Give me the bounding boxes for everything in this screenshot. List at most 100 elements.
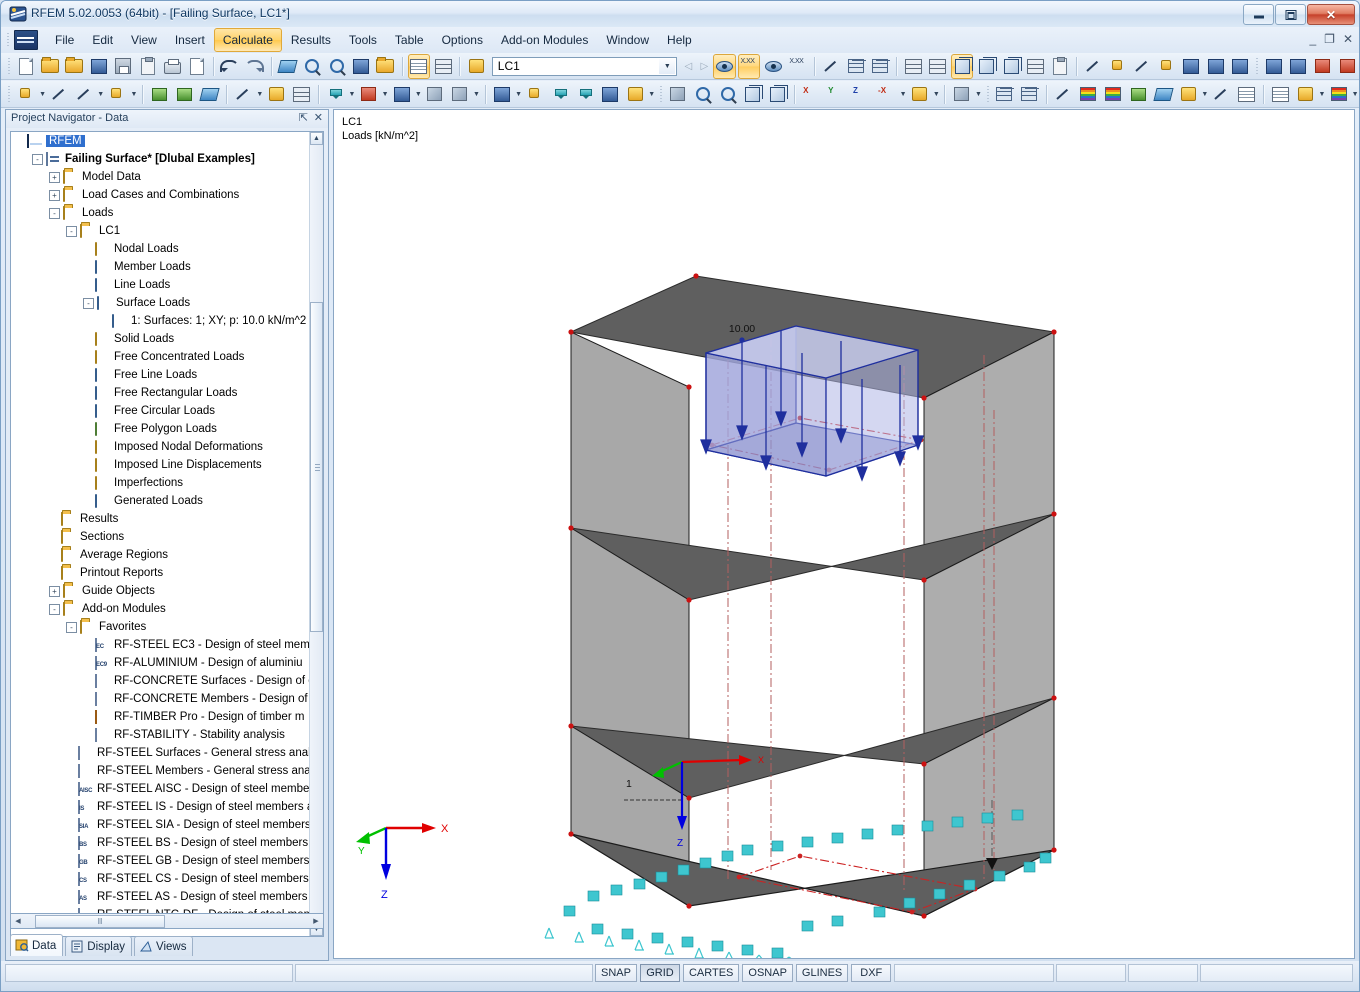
tree-item[interactable]: Free Concentrated Loads <box>11 348 311 366</box>
tree-collapse-icon[interactable]: - <box>32 154 43 165</box>
tree-item[interactable]: +Guide Objects <box>11 582 311 600</box>
pin-icon[interactable]: ⇱ <box>299 111 308 124</box>
redo-button[interactable] <box>243 54 265 79</box>
new-dimension-button[interactable] <box>232 82 255 107</box>
tree-item[interactable]: RF-STEEL Members - General stress analy <box>11 762 311 780</box>
new-window-button[interactable] <box>374 54 396 79</box>
comment-button[interactable] <box>1049 54 1071 79</box>
new-document-button[interactable] <box>14 54 36 79</box>
result-table-button[interactable] <box>1235 82 1258 107</box>
tree-item[interactable]: Line Loads <box>11 276 311 294</box>
tree-item[interactable]: RF-TIMBER Pro - Design of timber m <box>11 708 311 726</box>
paint-load-dropdown[interactable]: ▼ <box>648 83 656 106</box>
tree-collapse-icon[interactable]: - <box>83 298 94 309</box>
color-scale-dropdown[interactable]: ▼ <box>1351 83 1359 106</box>
show-loads-button[interactable] <box>713 54 735 79</box>
mirror-button[interactable] <box>1107 54 1129 79</box>
menu-options[interactable]: Options <box>433 28 492 52</box>
view-iso-button[interactable] <box>741 82 764 107</box>
mdi-restore-button[interactable]: ❐ <box>1324 32 1335 46</box>
tree-item[interactable]: -Loads <box>11 204 311 222</box>
tree-item[interactable]: GBRF-STEEL GB - Design of steel members <box>11 852 311 870</box>
support-red-button[interactable] <box>1287 54 1309 79</box>
new-hinge-button[interactable] <box>490 82 513 107</box>
tree-item[interactable]: +Load Cases and Combinations <box>11 186 311 204</box>
save-button[interactable] <box>112 54 134 79</box>
render-solid-button[interactable] <box>975 54 997 79</box>
tree-item[interactable]: -Failing Surface* [Dlubal Examples] <box>11 150 311 168</box>
new-line-support-dropdown[interactable]: ▼ <box>381 83 389 106</box>
cartes-button[interactable]: CARTES <box>683 964 739 982</box>
scroll-left-button[interactable]: ◀ <box>11 914 25 928</box>
mesh-button[interactable] <box>902 54 924 79</box>
tab-views[interactable]: Views <box>134 936 193 956</box>
mdi-minimize-button[interactable]: _ <box>1309 32 1316 46</box>
results-solids-button[interactable] <box>1102 82 1125 107</box>
clipping-dropdown[interactable]: ▼ <box>974 83 982 106</box>
tree-item[interactable]: Member Loads <box>11 258 311 276</box>
tree-item[interactable]: Printout Reports <box>11 564 311 582</box>
tree-item[interactable]: -LC1 <box>11 222 311 240</box>
grid-table-button[interactable] <box>432 54 454 79</box>
model-3d-view[interactable]: 10.00 <box>334 110 1355 959</box>
toolbar-grip-2[interactable] <box>1254 56 1259 76</box>
tab-data[interactable]: Data <box>10 934 63 956</box>
horizontal-scroll-thumb[interactable]: Ⅲ <box>35 915 165 928</box>
section-result-button[interactable] <box>1210 82 1233 107</box>
tree-item[interactable]: RF-CONCRETE Surfaces - Design of c <box>11 672 311 690</box>
new-polyline-button[interactable] <box>106 82 129 107</box>
smoothing-button[interactable] <box>1152 82 1175 107</box>
tree-item[interactable]: Free Circular Loads <box>11 402 311 420</box>
tree-expand-icon[interactable]: + <box>49 190 60 201</box>
zoom-in-button[interactable] <box>301 54 323 79</box>
render-model-button[interactable] <box>276 54 298 79</box>
new-node-button[interactable] <box>14 82 37 107</box>
new-solid-button[interactable] <box>423 82 446 107</box>
view-x-button[interactable]: X <box>800 82 823 107</box>
tree-item[interactable]: Generated Loads <box>11 492 311 510</box>
tree-item[interactable]: -Add-on Modules <box>11 600 311 618</box>
view-y-button[interactable]: Y <box>825 82 848 107</box>
mesh-points-button[interactable] <box>927 54 949 79</box>
new-surface-load-button[interactable] <box>574 82 597 107</box>
zoom-out-button[interactable] <box>716 82 739 107</box>
tree-item[interactable]: RF-CONCRETE Members - Design of <box>11 690 311 708</box>
navigator-horizontal-scrollbar[interactable]: ◀ Ⅲ ▶ <box>10 913 324 929</box>
tree-item[interactable]: Average Regions <box>11 546 311 564</box>
tree-collapse-icon[interactable]: - <box>49 604 60 615</box>
new-polyline-dropdown[interactable]: ▼ <box>130 83 138 106</box>
navigator-vertical-scrollbar[interactable]: ▲ ▼ <box>309 132 323 936</box>
tree-item[interactable]: 1: Surfaces: 1; XY; p: 10.0 kN/m^2 <box>11 312 311 330</box>
scroll-right-button[interactable]: ▶ <box>309 914 323 928</box>
print-preview-button[interactable] <box>185 54 207 79</box>
dxf-button[interactable]: DXF <box>851 964 891 982</box>
open-blue-model-button[interactable] <box>88 54 110 79</box>
new-member-button[interactable] <box>148 82 171 107</box>
new-dimension-dropdown[interactable]: ▼ <box>256 83 264 106</box>
grid-button[interactable]: GRID <box>640 964 680 982</box>
tab-display[interactable]: Display <box>65 936 132 956</box>
menu-window[interactable]: Window <box>597 28 658 52</box>
clipping-button[interactable] <box>950 82 973 107</box>
menu-file[interactable]: File <box>46 28 83 52</box>
printout-report-button[interactable] <box>1269 82 1292 107</box>
menu-insert[interactable]: Insert <box>166 28 214 52</box>
tree-item[interactable]: ASRF-STEEL AS - Design of steel members … <box>11 888 311 906</box>
visibility-button[interactable] <box>908 82 931 107</box>
tree-item[interactable]: ECRF-STEEL EC3 - Design of steel meml <box>11 636 311 654</box>
new-axis-button[interactable] <box>265 82 288 107</box>
tree-item[interactable]: BSRF-STEEL BS - Design of steel members … <box>11 834 311 852</box>
tree-item[interactable]: Imposed Nodal Deformations <box>11 438 311 456</box>
tree-item[interactable]: AISCRF-STEEL AISC - Design of steel memb… <box>11 780 311 798</box>
osnap-button[interactable]: OSNAP <box>742 964 793 982</box>
view-z-button[interactable]: Z <box>850 82 873 107</box>
printout-settings-dropdown[interactable]: ▼ <box>1318 83 1326 106</box>
view-perspective-button[interactable] <box>766 82 789 107</box>
results-toolbar-grip[interactable] <box>985 84 990 104</box>
rotate-view-button[interactable] <box>666 82 689 107</box>
select-window-button[interactable] <box>350 54 372 79</box>
view-negx-button[interactable]: -X <box>875 82 898 107</box>
menu-tools[interactable]: Tools <box>340 28 386 52</box>
deformation-button[interactable] <box>820 54 842 79</box>
new-region-button[interactable] <box>290 82 313 107</box>
